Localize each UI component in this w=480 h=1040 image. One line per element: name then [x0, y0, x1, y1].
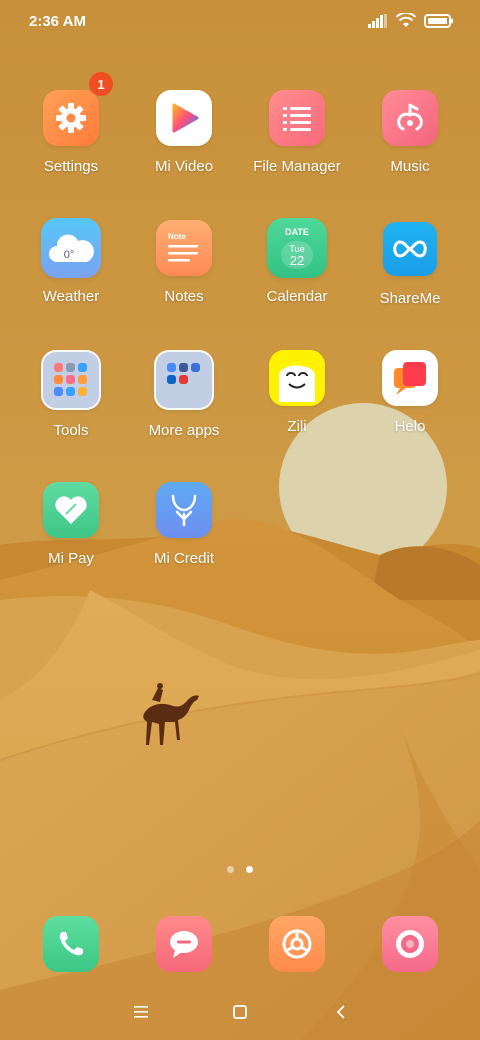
app-label: Mi Credit	[153, 550, 214, 567]
app-file-manager[interactable]: File Manager	[237, 90, 357, 175]
weather-cloud-icon: 0°	[41, 218, 101, 278]
app-label: Calendar	[266, 288, 328, 305]
app-label: File Manager	[253, 158, 341, 175]
navigation-bar	[0, 990, 480, 1034]
mi-credit-icon	[156, 482, 212, 538]
app-label: Mi Pay	[48, 550, 94, 567]
dock-camera[interactable]	[382, 916, 438, 972]
app-mi-video[interactable]: Mi Video	[124, 90, 244, 175]
infinity-icon	[383, 222, 437, 276]
folder-list-icon	[269, 90, 325, 146]
zili-face-icon	[269, 350, 325, 406]
svg-text:22: 22	[290, 253, 304, 268]
svg-text:DATE: DATE	[285, 227, 309, 237]
status-time: 2:36 AM	[29, 13, 86, 30]
tools-folder-icon	[41, 350, 101, 410]
music-note-icon	[382, 90, 438, 146]
app-label: Mi Video	[154, 158, 214, 175]
camera-icon	[382, 916, 438, 972]
app-notes[interactable]: Note Notes	[124, 220, 244, 305]
app-zili[interactable]: Zili	[237, 350, 357, 435]
app-label: Settings	[43, 158, 99, 175]
battery-icon	[424, 13, 453, 28]
signal-icon	[368, 13, 387, 28]
home-square-icon	[233, 1005, 247, 1019]
home-button[interactable]	[226, 1000, 254, 1024]
notification-badge: 1	[89, 72, 113, 96]
helo-chat-icon	[382, 350, 438, 406]
svg-text:Note: Note	[168, 232, 186, 241]
calendar-icon: DATE Tue 22	[267, 218, 327, 278]
app-more-apps[interactable]: More apps	[124, 350, 244, 439]
play-icon	[156, 90, 212, 146]
app-tools[interactable]: Tools	[11, 350, 131, 439]
browser-icon	[269, 916, 325, 972]
app-mi-pay[interactable]: Mi Pay	[11, 482, 131, 567]
notes-icon: Note	[156, 220, 212, 276]
app-shareme[interactable]: ShareMe	[350, 220, 470, 307]
app-label: Tools	[53, 422, 89, 439]
messages-icon	[156, 916, 212, 972]
app-music[interactable]: Music	[350, 90, 470, 175]
phone-icon	[43, 916, 99, 972]
back-button[interactable]	[327, 1000, 355, 1024]
wifi-icon	[396, 13, 416, 27]
app-settings[interactable]: 1 Settings	[11, 72, 131, 175]
menu-icon	[134, 1006, 148, 1018]
app-label: Helo	[394, 418, 426, 435]
page-dot[interactable]	[227, 866, 234, 873]
dock-browser[interactable]	[269, 916, 325, 972]
app-label: Music	[390, 158, 430, 175]
more-apps-folder-icon	[154, 350, 214, 410]
menu-button[interactable]	[127, 1000, 155, 1024]
app-helo[interactable]: Helo	[350, 350, 470, 435]
app-calendar[interactable]: DATE Tue 22 Calendar	[237, 218, 357, 305]
dock-phone[interactable]	[43, 916, 99, 972]
back-chevron-icon	[336, 1005, 345, 1019]
status-bar: 2:36 AM	[0, 0, 480, 44]
app-label: Weather	[42, 288, 100, 305]
weather-temp: 0°	[64, 249, 75, 261]
app-label: Zili	[287, 418, 307, 435]
app-label: ShareMe	[379, 290, 441, 307]
app-mi-credit[interactable]: Mi Credit	[124, 482, 244, 567]
heart-icon	[43, 482, 99, 538]
app-label: Notes	[164, 288, 204, 305]
app-weather[interactable]: 0° Weather	[11, 218, 131, 305]
settings-icon: 1	[43, 72, 113, 146]
app-label: More apps	[148, 422, 220, 439]
dock-messages[interactable]	[156, 916, 212, 972]
page-indicator	[0, 866, 480, 873]
page-dot-active[interactable]	[246, 866, 253, 873]
